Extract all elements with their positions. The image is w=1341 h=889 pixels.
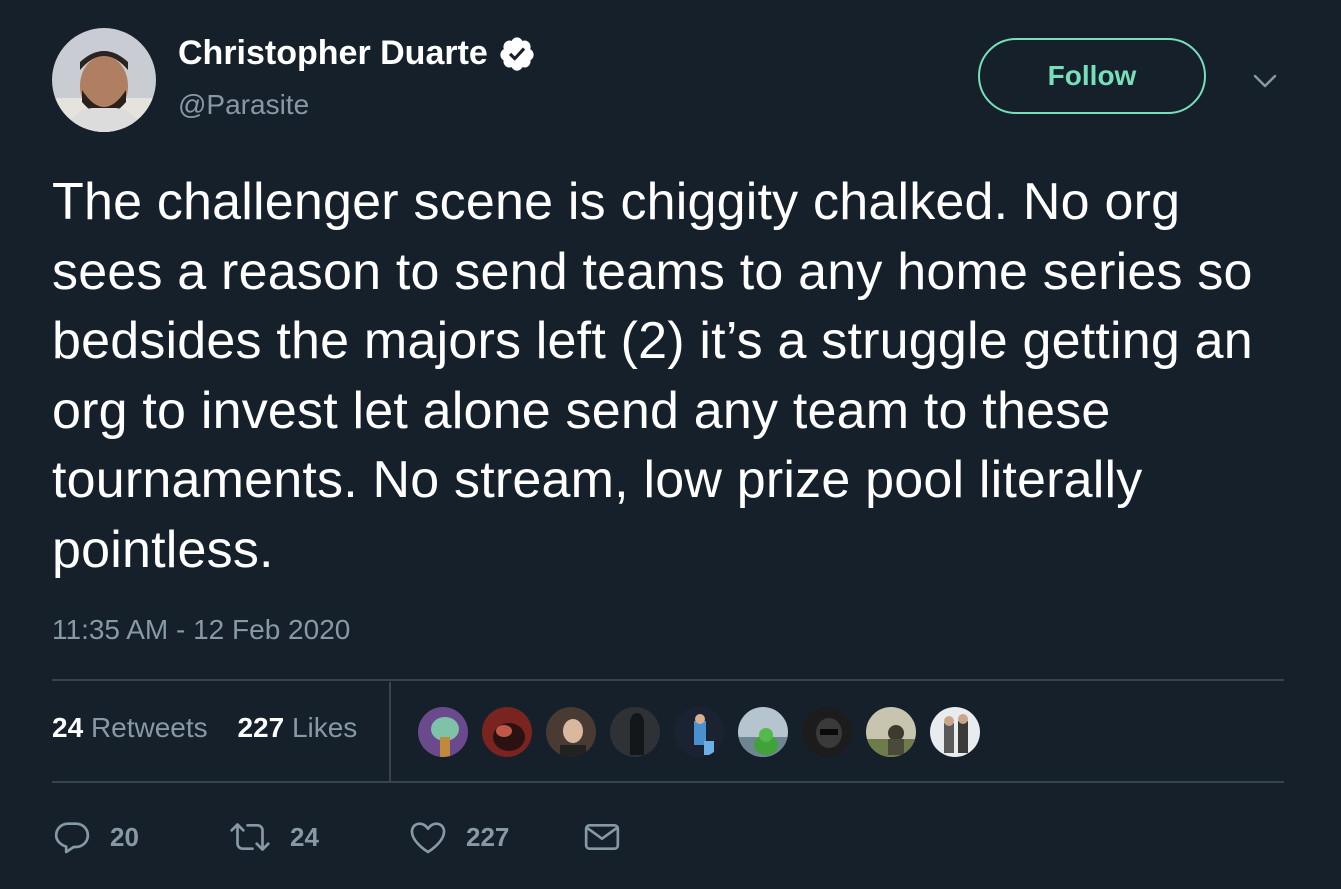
- retweet-count: 24: [290, 821, 319, 852]
- tweet-stats: 24 Retweets 227 Likes: [52, 712, 357, 744]
- liker-avatar[interactable]: [672, 705, 726, 759]
- heart-icon: [408, 817, 448, 857]
- retweets-stat[interactable]: 24 Retweets: [52, 712, 208, 744]
- retweets-label: Retweets: [90, 712, 208, 743]
- liker-avatars: [416, 705, 992, 759]
- retweets-count: 24: [52, 712, 84, 743]
- liker-avatar[interactable]: [928, 705, 982, 759]
- verified-badge-icon: [498, 35, 536, 73]
- divider-bottom: [52, 781, 1284, 783]
- author-handle[interactable]: @Parasite: [178, 89, 309, 121]
- envelope-icon: [582, 817, 622, 857]
- direct-message-button[interactable]: [582, 815, 622, 859]
- author-name[interactable]: Christopher Duarte: [178, 34, 536, 73]
- author-avatar[interactable]: [52, 28, 156, 132]
- tweet-text: The challenger scene is chiggity chalked…: [52, 173, 1253, 579]
- retweet-button[interactable]: 24: [228, 815, 319, 859]
- reply-icon: [52, 817, 92, 857]
- likes-label: Likes: [291, 712, 358, 743]
- author-name-text[interactable]: Christopher Duarte: [178, 34, 488, 73]
- like-count: 227: [466, 821, 510, 852]
- liker-avatar[interactable]: [480, 705, 534, 759]
- liker-avatar[interactable]: [736, 705, 790, 759]
- divider-vertical: [389, 682, 391, 782]
- reply-button[interactable]: 20: [52, 815, 139, 859]
- follow-button[interactable]: Follow: [978, 38, 1206, 114]
- like-button[interactable]: 227: [408, 815, 509, 859]
- divider-top: [52, 679, 1284, 681]
- liker-avatar[interactable]: [544, 705, 598, 759]
- retweet-icon: [228, 817, 272, 857]
- liker-avatar[interactable]: [608, 705, 662, 759]
- reply-count: 20: [110, 821, 139, 852]
- tweet-timestamp[interactable]: 11:35 AM - 12 Feb 2020: [52, 614, 350, 646]
- liker-avatar[interactable]: [864, 705, 918, 759]
- liker-avatar[interactable]: [800, 705, 854, 759]
- likes-count: 227: [237, 712, 285, 743]
- liker-avatar[interactable]: [416, 705, 470, 759]
- likes-stat[interactable]: 227 Likes: [237, 712, 357, 744]
- chevron-down-icon[interactable]: [1250, 66, 1280, 96]
